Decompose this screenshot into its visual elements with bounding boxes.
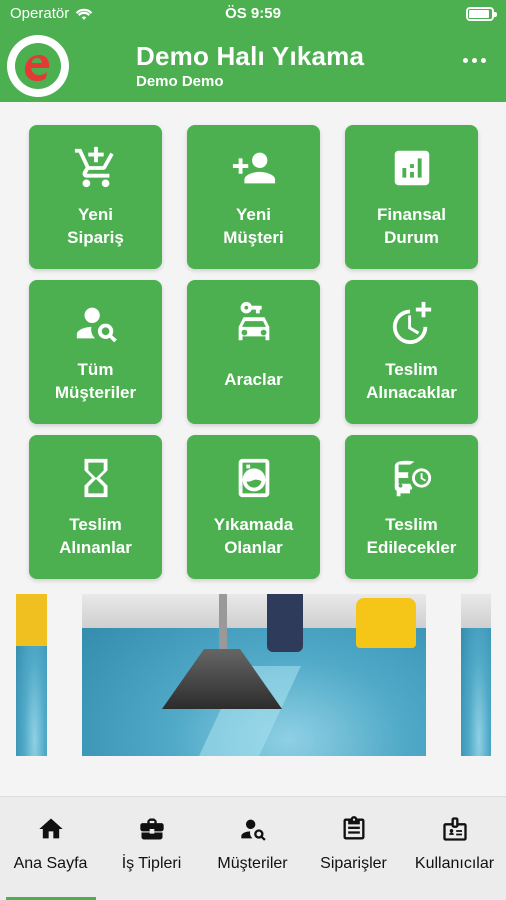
tile-picked-up[interactable]: Teslim Alınanlar [29, 435, 162, 579]
tile-new-order[interactable]: Yeni Sipariş [29, 125, 162, 269]
tile-label: Finansal Durum [377, 205, 446, 247]
app-logo[interactable] [7, 35, 69, 97]
bus-clock-icon [394, 460, 431, 497]
tile-new-customer[interactable]: Yeni Müşteri [187, 125, 320, 269]
tab-customers[interactable]: Müşteriler [202, 797, 303, 900]
bottom-tab-bar: Ana Sayfa İş Tipleri Müşteriler Siparişl… [0, 796, 506, 900]
status-time: ÖS 9:59 [225, 5, 281, 22]
tile-label: Yeni Sipariş [67, 205, 124, 247]
tile-in-washing[interactable]: Yıkamada Olanlar [187, 435, 320, 579]
carousel-slide-next[interactable] [461, 594, 491, 756]
tab-label: Kullanıcılar [414, 855, 495, 872]
tile-financial-status[interactable]: Finansal Durum [345, 125, 478, 269]
cart-add-icon [74, 146, 114, 188]
washing-machine-icon [238, 458, 269, 498]
tile-to-pick-up[interactable]: Teslim Alınacaklar [345, 280, 478, 424]
carousel-slide-current[interactable] [82, 594, 426, 756]
app-bar: Demo Halı Yıkama Demo Demo [0, 30, 506, 102]
e-logo-icon [15, 43, 61, 89]
tile-to-deliver[interactable]: Teslim Edilecekler [345, 435, 478, 579]
tile-vehicles[interactable]: Araclar [187, 280, 320, 424]
briefcase-icon [139, 818, 164, 840]
person-search-icon [76, 307, 117, 343]
more-menu-icon[interactable] [463, 58, 486, 63]
clipboard-icon [343, 816, 364, 840]
clock-add-icon [392, 301, 431, 345]
tab-home[interactable]: Ana Sayfa [0, 797, 101, 900]
action-grid: Yeni Sipariş Yeni Müşteri Finansal Durum… [29, 125, 479, 579]
carpet-cleaning-image [82, 594, 426, 756]
app-subtitle: Demo Demo [136, 73, 224, 90]
carousel-slide-prev[interactable] [16, 594, 47, 756]
badge-icon [442, 817, 467, 841]
tile-label: Teslim Edilecekler [366, 515, 457, 557]
chart-icon [394, 150, 429, 186]
tile-label: Tüm Müşteriler [54, 360, 137, 402]
car-icon [238, 301, 269, 341]
tab-label: Müşteriler [217, 855, 288, 872]
tile-all-customers[interactable]: Tüm Müşteriler [29, 280, 162, 424]
tile-label: Yeni Müşteri [223, 205, 284, 247]
hourglass-icon [84, 458, 107, 498]
person-add-icon [232, 152, 275, 184]
tile-label: Yıkamada Olanlar [213, 515, 294, 557]
tab-job-types[interactable]: İş Tipleri [101, 797, 202, 900]
person-search-icon [240, 819, 266, 841]
tile-label: Araclar [224, 370, 283, 389]
status-bar: Operatör ÖS 9:59 [0, 0, 506, 30]
tile-label: Teslim Alınanlar [59, 515, 132, 557]
tab-orders[interactable]: Siparişler [303, 797, 404, 900]
battery-icon [466, 7, 497, 21]
image-carousel[interactable] [0, 594, 506, 756]
tab-label: Siparişler [320, 855, 387, 872]
tab-label: Ana Sayfa [13, 855, 88, 872]
tab-users[interactable]: Kullanıcılar [404, 797, 505, 900]
app-title: Demo Halı Yıkama [136, 41, 365, 71]
tab-label: İş Tipleri [121, 855, 182, 872]
home-icon [38, 818, 63, 839]
tile-label: Teslim Alınacaklar [366, 360, 457, 402]
